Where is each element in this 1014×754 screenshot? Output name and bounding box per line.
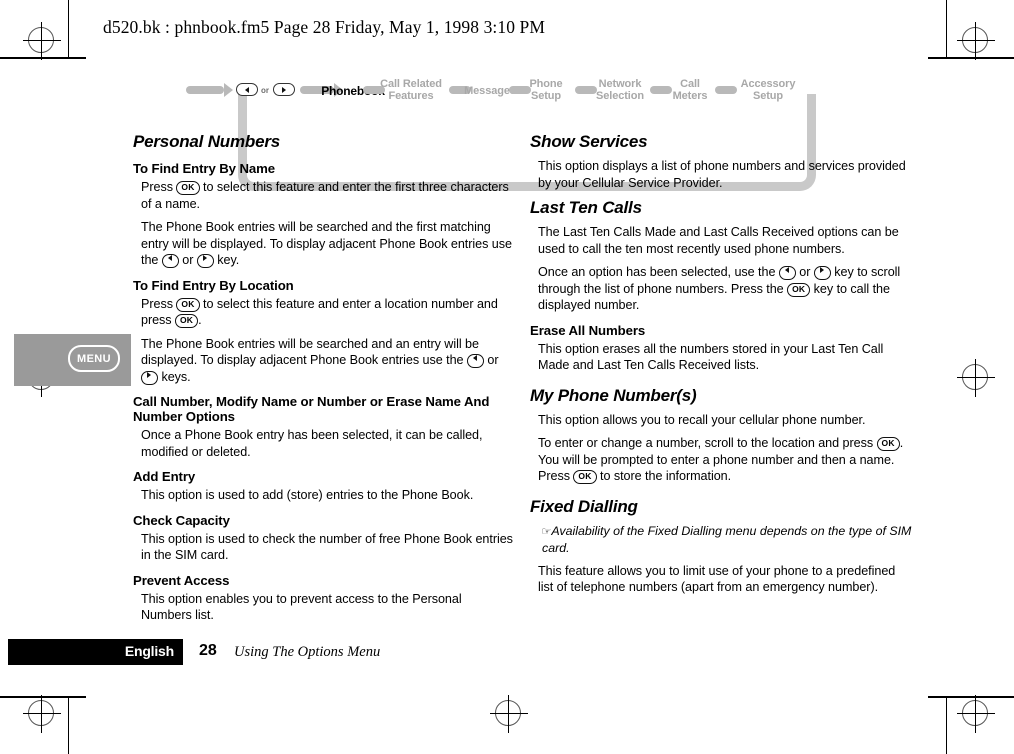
paragraph-add-entry: This option is used to add (store) entri… [141,488,474,502]
nav-item-phone-setup-line2[interactable]: Setup [518,90,574,102]
subheading-erase-all-numbers: Erase All Numbers [530,322,646,338]
text-run: . [198,313,202,327]
right-arrow-key-icon [196,254,214,268]
trim-line-top-left [0,57,86,59]
right-arrow-key-icon [141,370,158,385]
trim-line-left-bottom [68,697,69,754]
left-arrow-key-icon [236,83,258,96]
menu-navigation-flow: or Phonebook Call Related Features Messa… [186,74,826,191]
section-heading-fixed-dialling: Fixed Dialling [530,496,638,516]
ok-key-icon: OK [787,282,811,297]
menu-key-glyph: MENU [68,345,120,372]
section-heading-my-phone-numbers: My Phone Number(s) [530,385,697,405]
text-run: keys. [158,369,191,384]
nav-connector-start [186,86,224,94]
ok-key-icon: OK [176,297,200,312]
trim-line-bottom-right [928,696,1014,698]
trim-line-bottom-left [0,696,86,698]
subheading-add-entry: Add Entry [133,469,196,484]
paragraph-prevent-access: This option enables you to prevent acces… [141,591,462,623]
left-arrow-key-icon [466,354,484,368]
paragraph-find-location-search: The Phone Book entries will be searched … [133,336,515,386]
paragraph-my-phone-enter: To enter or change a number, scroll to t… [530,435,912,485]
section-heading-personal-numbers: Personal Numbers [133,132,281,151]
nav-item-call-meters-line1[interactable]: Call [664,78,716,90]
left-arrow-key-icon [161,254,179,268]
text-run: or [178,253,197,267]
subheading-prevent-access: Prevent Access [133,572,230,588]
nav-item-call-related-line1[interactable]: Call Related [375,78,447,90]
text-run: or [795,265,814,279]
trim-line-right-top [946,0,947,58]
subheading-find-entry-by-name: To Find Entry By Name [133,161,276,176]
text-run: Availability of the Fixed Dialling menu … [542,523,912,555]
paragraph-last-ten-scroll: Once an option has been selected, use th… [530,264,912,314]
right-content-column: Show Services This option displays a lis… [530,132,912,603]
note-fixed-dialling: ☞Availability of the Fixed Dialling menu… [530,523,912,556]
nav-item-network-line2[interactable]: Selection [586,90,654,102]
footer-language-label: English [124,643,174,659]
paragraph-show-services: This option displays a list of phone num… [538,159,906,190]
trim-line-left-top [68,0,69,58]
registration-mark-top-right [957,22,995,60]
paragraph-find-name-search: The Phone Book entries will be searched … [133,219,515,269]
footer-chapter-title: Using The Options Menu [234,644,381,660]
pointing-hand-icon: ☞ [541,525,552,538]
section-heading-last-ten-calls: Last Ten Calls [530,198,642,217]
registration-mark-bottom-center [490,695,528,733]
section-heading-show-services: Show Services [530,132,648,151]
registration-mark-bottom-right [957,695,995,733]
subheading-check-capacity: Check Capacity [133,512,230,528]
nav-item-accessory-line1[interactable]: Accessory [732,78,804,90]
nav-item-network-line1[interactable]: Network [586,78,654,90]
right-arrow-key-icon [813,266,831,280]
paragraph-call-number-options: Once a Phone Book entry has been selecte… [141,428,483,459]
registration-mark-middle-right [957,359,995,397]
nav-item-call-meters-line2[interactable]: Meters [664,90,716,102]
ok-key-icon: OK [176,181,200,195]
subheading-call-number-options: Call Number, Modify Name or Number or Er… [133,394,490,424]
paragraph-find-name-press: Press OK to select this feature and ente… [133,179,515,212]
ok-key-icon: OK [573,470,597,484]
text-run: The Phone Book entries will be searched … [141,336,479,368]
text-run: or [483,353,499,367]
nav-or-label: or [261,86,269,95]
text-run: key. [213,253,240,267]
right-arrow-key-icon [273,83,295,96]
trim-line-right-bottom [946,697,947,754]
running-header: d520.bk : phnbook.fm5 Page 28 Friday, Ma… [103,17,546,37]
nav-arrow-to-keys [224,83,233,97]
text-run: Once an option has been selected, use th… [538,265,779,279]
paragraph-fixed-dialling-body: This feature allows you to limit use of … [538,563,896,595]
registration-mark-top-left [23,22,61,60]
paragraph-last-ten-intro: The Last Ten Calls Made and Last Calls R… [538,225,899,256]
paragraph-my-phone-recall: This option allows you to recall your ce… [538,412,866,427]
nav-item-accessory-line2[interactable]: Setup [732,90,804,102]
left-content-column: Personal Numbers To Find Entry By Name P… [133,132,515,631]
ok-key-icon: OK [175,314,199,328]
ok-key-icon: OK [876,437,900,451]
nav-item-phone-setup-line1[interactable]: Phone [518,78,574,90]
text-run: Press [141,180,177,194]
trim-line-top-right [928,57,1014,59]
text-run: To enter or change a number, scroll to t… [538,436,877,450]
paragraph-erase-all-numbers: This option erases all the numbers store… [538,341,884,373]
left-arrow-key-icon [778,266,796,280]
text-run: to store the information. [596,469,732,483]
paragraph-check-capacity: This option is used to check the number … [141,531,513,563]
footer-page-number: 28 [199,642,217,659]
registration-mark-bottom-left [23,695,61,733]
text-run: Press [141,296,177,311]
paragraph-find-location-press: Press OK to select this feature and ente… [133,296,515,329]
subheading-find-entry-by-location: To Find Entry By Location [133,277,294,293]
menu-side-tab: MENU [14,334,131,386]
footer-language-bar: English [8,639,183,665]
nav-item-call-related-line2[interactable]: Features [375,90,447,102]
